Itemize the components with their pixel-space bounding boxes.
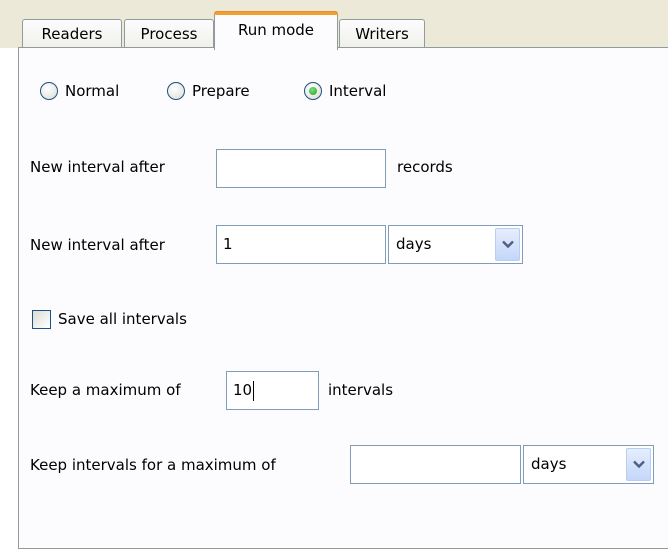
radio-normal-label: Normal: [65, 82, 120, 100]
save-all-intervals-label: Save all intervals: [58, 310, 187, 328]
tab-strip: Readers Process Run mode Writers: [0, 0, 668, 50]
radio-interval[interactable]: Interval: [304, 80, 386, 102]
max-intervals-input[interactable]: 10: [226, 371, 319, 410]
tab-writers[interactable]: Writers: [339, 19, 425, 48]
radio-indicator: [40, 82, 58, 100]
records-interval-input[interactable]: [216, 149, 386, 188]
keep-for-unit-value: days: [531, 455, 567, 473]
radio-prepare[interactable]: Prepare: [167, 80, 250, 102]
checkbox-indicator: [32, 309, 51, 329]
save-all-intervals-checkbox[interactable]: Save all intervals: [32, 307, 187, 331]
records-interval-label: New interval after: [30, 158, 165, 176]
radio-interval-label: Interval: [329, 82, 387, 100]
chevron-down-icon[interactable]: [495, 228, 520, 261]
keep-for-label: Keep intervals for a maximum of: [30, 456, 276, 474]
tab-process[interactable]: Process: [124, 19, 214, 48]
chevron-down-icon[interactable]: [626, 448, 651, 481]
tab-readers[interactable]: Readers: [22, 19, 122, 48]
time-interval-label: New interval after: [30, 236, 165, 254]
max-intervals-value: 10: [233, 381, 253, 399]
radio-indicator: [167, 82, 185, 100]
text-caret: [253, 380, 255, 401]
tab-run-mode[interactable]: Run mode: [214, 11, 338, 50]
radio-normal[interactable]: Normal: [40, 80, 119, 102]
max-intervals-suffix-label: intervals: [328, 381, 394, 399]
time-unit-select[interactable]: days: [388, 225, 523, 264]
radio-indicator-checked: [304, 82, 322, 100]
keep-for-input[interactable]: [350, 445, 521, 484]
keep-for-unit-select[interactable]: days: [523, 445, 654, 484]
time-interval-input[interactable]: 1: [216, 225, 386, 264]
max-intervals-label: Keep a maximum of: [30, 381, 181, 399]
records-suffix-label: records: [397, 158, 453, 176]
radio-prepare-label: Prepare: [192, 82, 250, 100]
time-unit-value: days: [396, 235, 432, 253]
